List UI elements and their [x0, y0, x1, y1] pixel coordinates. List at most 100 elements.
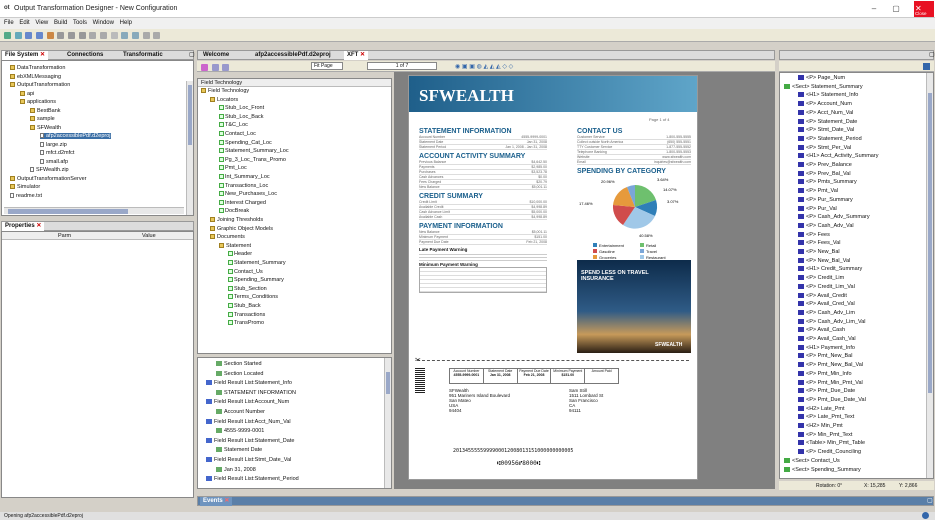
viewer-tool-icon[interactable]: [201, 64, 208, 71]
file-tree-item[interactable]: ebXMLMessaging: [10, 73, 61, 80]
result-item[interactable]: Field Result List:Acct_Num_Val: [206, 418, 291, 425]
tab-xft[interactable]: XFT ✕: [344, 51, 369, 60]
outline-item[interactable]: <P> Cash_Adv_Lim: [798, 309, 855, 316]
field-tech-item[interactable]: Spending_Cat_Loc: [219, 139, 272, 146]
cut-icon[interactable]: [57, 32, 65, 39]
result-item[interactable]: STATEMENT INFORMATION: [216, 389, 296, 396]
outline-item[interactable]: <P> Stmt_Date_Val: [798, 127, 854, 133]
outline-item[interactable]: <P> Avail_Cash: [798, 327, 845, 333]
outline-item[interactable]: <P> Prev_Bal_Val: [798, 170, 851, 177]
file-tree-item[interactable]: afp2accessiblePdf.d2eproj: [40, 133, 111, 139]
debug-icon[interactable]: [132, 32, 140, 39]
result-item[interactable]: Section Located: [216, 370, 263, 377]
field-tech-item[interactable]: Statement: [219, 242, 251, 249]
tab-welcome[interactable]: Welcome: [200, 51, 232, 60]
file-tree-item[interactable]: readme.txt: [10, 192, 42, 199]
outline-item[interactable]: <P> Pmt_Val: [798, 188, 838, 194]
viewer-zoom-icon[interactable]: [211, 64, 219, 71]
field-tech-item[interactable]: New_Purchases_Loc: [219, 191, 277, 197]
result-item[interactable]: Jan 31, 2008: [216, 466, 256, 473]
outline-item[interactable]: <Sect> Contact_Us: [784, 457, 840, 464]
menu-build[interactable]: Build: [54, 20, 67, 26]
outline-item[interactable]: <P> Pur_Val: [798, 205, 837, 212]
outline-item[interactable]: <P> Pmt_Due_Date: [798, 388, 855, 394]
file-tree-scrollbar[interactable]: [186, 81, 193, 215]
file-tree-item[interactable]: large.zip: [40, 141, 67, 148]
field-tech-item[interactable]: Transactions_Loc: [219, 182, 268, 189]
field-tech-item[interactable]: Terms_Conditions: [228, 294, 278, 300]
zoom-select[interactable]: Fit Page: [311, 62, 343, 70]
field-tech-item[interactable]: Joining Thresholds: [210, 217, 263, 223]
field-tech-item[interactable]: Stub_Section: [228, 285, 267, 292]
outline-item[interactable]: <P> Pmt_New_Bal: [798, 353, 852, 359]
outline-item[interactable]: <P> Pur_Summary: [798, 196, 853, 203]
minimize-outline-icon[interactable]: ▢: [926, 51, 935, 60]
paste-icon[interactable]: [78, 32, 86, 39]
outline-item[interactable]: <P> Avail_Cred_Val: [798, 301, 855, 307]
new-icon[interactable]: [4, 32, 11, 39]
outline-scrollbar[interactable]: [926, 73, 933, 478]
save-icon[interactable]: [25, 32, 33, 39]
outline-item[interactable]: <P> Cash_Adv_Val: [798, 222, 854, 229]
outline-item[interactable]: <H1> Acct_Activity_Summary: [798, 153, 878, 159]
result-item[interactable]: Section Started: [216, 361, 262, 367]
outline-item[interactable]: <Sect> Spending_Summary: [784, 466, 861, 473]
result-item[interactable]: Field Result List:Statement_Date: [206, 437, 294, 444]
outline-item[interactable]: <P> Fees: [798, 231, 830, 238]
outline-item[interactable]: <P> Min_Pmt_Text: [798, 431, 852, 438]
tab-connections[interactable]: Connections: [64, 51, 106, 60]
outline-item[interactable]: <P> Credit_Lim_Val: [798, 283, 855, 290]
field-tech-item[interactable]: Interest Charged: [219, 199, 266, 206]
result-item[interactable]: Field Result List:Stmt_Date_Val: [206, 457, 291, 463]
file-tree-item[interactable]: DataTransformation: [10, 65, 65, 71]
print-icon[interactable]: [110, 32, 118, 39]
outline-item[interactable]: <Sect> Statement_Summary: [784, 83, 863, 90]
result-item[interactable]: Field Result List:Statement_Info: [206, 380, 292, 386]
menu-edit[interactable]: Edit: [19, 20, 29, 26]
field-tech-item[interactable]: Statement_Summary: [228, 260, 286, 266]
outline-item[interactable]: <P> Prev_Balance: [798, 162, 852, 168]
outline-item[interactable]: <P> Acct_Num_Val: [798, 109, 853, 116]
run-icon[interactable]: [121, 32, 129, 39]
outline-item[interactable]: <P> Cash_Adv_Summary: [798, 214, 870, 220]
minimize-button[interactable]: –: [866, 2, 882, 15]
result-item[interactable]: Statement Date: [216, 447, 262, 453]
outline-item[interactable]: <P> Credit_Counciling: [798, 449, 861, 455]
copy-icon[interactable]: [68, 32, 76, 39]
field-tech-item[interactable]: Pmt_Loc: [219, 165, 247, 171]
outline-item[interactable]: <P> New_Bal: [798, 249, 840, 255]
viewer-pan-icon[interactable]: [222, 64, 230, 71]
menu-file[interactable]: File: [4, 20, 14, 26]
outline-item[interactable]: <P> Avail_Cash_Val: [798, 336, 856, 342]
field-tech-item[interactable]: Stub_Back: [228, 303, 261, 309]
file-tree-item[interactable]: api: [20, 90, 34, 97]
file-tree-item[interactable]: BestBank: [30, 107, 61, 114]
layout-icon[interactable]: [153, 32, 161, 39]
tab-properties[interactable]: Properties ✕: [2, 222, 45, 231]
menu-help[interactable]: Help: [120, 20, 132, 26]
field-tech-item[interactable]: Contact_Loc: [219, 131, 256, 137]
field-tech-item[interactable]: Pg_3_Loc_Trans_Promo: [219, 156, 286, 163]
outline-item[interactable]: <P> Statement_Period: [798, 135, 862, 142]
field-tech-item[interactable]: Stub_Loc_Back: [219, 113, 264, 120]
open-icon[interactable]: [14, 32, 22, 39]
file-tree-item[interactable]: SFWealth.zip: [30, 167, 69, 173]
field-tech-item[interactable]: Statement_Summary_Loc: [219, 148, 289, 154]
close-button[interactable]: ✕ Close: [914, 1, 934, 17]
build-icon[interactable]: [46, 32, 54, 39]
outline-item[interactable]: <P> Pmt_Min_Info: [798, 370, 852, 377]
field-tech-item[interactable]: Contact_Us: [228, 268, 263, 275]
field-tech-item[interactable]: Transactions: [228, 311, 265, 318]
file-tree-item[interactable]: sample: [30, 116, 55, 122]
field-tech-item[interactable]: DocBreak: [219, 208, 249, 214]
file-tree-item[interactable]: OutputTransformationServer: [10, 175, 87, 182]
outline-item[interactable]: <P> Fees_Val: [798, 240, 840, 246]
menu-window[interactable]: Window: [93, 20, 114, 26]
file-tree-item[interactable]: Simulator: [10, 184, 40, 190]
redo-icon[interactable]: [100, 32, 108, 39]
tab-transformatic[interactable]: Transformatic: [120, 51, 166, 60]
outline-item[interactable]: <P> Statement_Date: [798, 118, 857, 125]
field-tech-item[interactable]: TransPromo: [228, 320, 264, 326]
outline-item[interactable]: <Table> Min_Pmt_Table: [798, 440, 865, 446]
outline-item[interactable]: <P> Cash_Adv_Lim_Val: [798, 318, 866, 325]
